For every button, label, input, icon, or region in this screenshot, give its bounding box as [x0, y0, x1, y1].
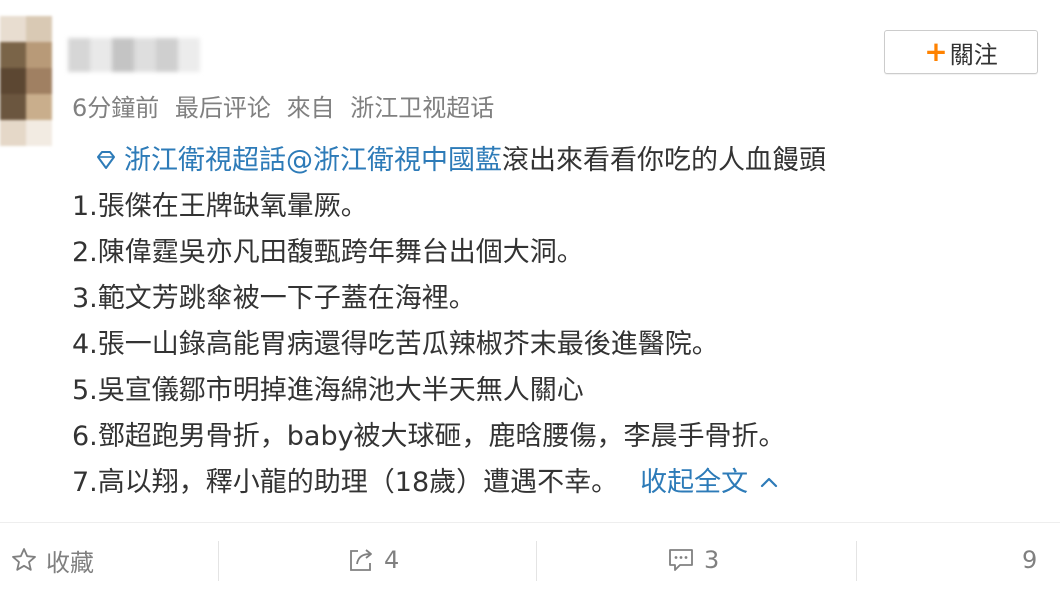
post-source-link[interactable]: 浙江卫视超话 — [350, 94, 494, 122]
list-item: 2.陳偉霆吳亦凡田馥甄跨年舞台出個大洞。 — [72, 237, 584, 268]
favorite-button[interactable]: 收藏 — [10, 523, 94, 596]
comment-count: 3 — [704, 546, 720, 574]
list-item: 3.範文芳跳傘被一下子蓋在海裡。 — [72, 283, 476, 314]
comment-button[interactable]: 3 — [666, 523, 719, 596]
post-time[interactable]: 6分鐘前 — [72, 94, 159, 122]
username-blurred[interactable] — [68, 38, 200, 72]
list-item: 5.吳宣儀鄒市明掉進海綿池大半天無人關心 — [72, 375, 584, 406]
repost-count: 4 — [384, 546, 400, 574]
like-button[interactable]: 9 — [1022, 523, 1037, 596]
list-item: 4.張一山錄高能胃病還得吃苦瓜辣椒芥末最後進醫院。 — [72, 329, 719, 360]
avatar[interactable] — [0, 16, 52, 148]
plus-icon: + — [924, 35, 948, 68]
action-bar: 收藏 4 3 9 — [0, 522, 1060, 596]
topic-line: 浙江衛視超話@浙江衛視中國藍滾出來看看你吃的人血饅頭 — [72, 138, 972, 184]
divider — [856, 541, 857, 581]
comment-note: 最后评论 — [174, 94, 271, 122]
comment-icon — [669, 549, 693, 571]
repost-icon — [350, 549, 372, 571]
follow-button[interactable]: + 關注 — [884, 30, 1038, 74]
divider — [218, 541, 219, 581]
chevron-up-icon — [761, 477, 778, 488]
divider — [536, 541, 537, 581]
list-item: 6.鄧超跑男骨折，baby被大球砸，鹿晗腰傷，李晨手骨折。 — [72, 421, 786, 452]
collapse-label: 收起全文 — [640, 467, 749, 498]
post-meta: 6分鐘前 最后评论 來自 浙江卫视超话 — [72, 88, 502, 123]
star-icon — [12, 548, 36, 571]
collapse-full-text-link[interactable]: 收起全文 — [640, 467, 780, 498]
list-item-last: 7.高以翔，釋小龍的助理（18歲）遭遇不幸。 收起全文 — [72, 460, 972, 506]
repost-button[interactable]: 4 — [346, 523, 399, 596]
favorite-label: 收藏 — [46, 548, 94, 577]
post-content: 浙江衛視超話@浙江衛視中國藍滾出來看看你吃的人血饅頭 1.張傑在王牌缺氧暈厥。 … — [72, 138, 972, 506]
from-label: 來自 — [286, 94, 335, 122]
list-item: 7.高以翔，釋小龍的助理（18歲）遭遇不幸。 — [72, 467, 619, 498]
like-count: 9 — [1022, 546, 1038, 574]
diamond-topic-icon — [97, 151, 115, 169]
list-item: 1.張傑在王牌缺氧暈厥。 — [72, 191, 368, 222]
post-intro: 滾出來看看你吃的人血饅頭 — [502, 145, 826, 176]
mention-link[interactable]: @浙江衛視中國藍 — [286, 145, 502, 176]
weibo-post-card: + 關注 6分鐘前 最后评论 來自 浙江卫视超话 浙江衛視超話@浙江衛視中國藍滾… — [0, 0, 1060, 596]
topic-link[interactable]: 浙江衛視超話 — [124, 145, 286, 176]
follow-label: 關注 — [949, 40, 998, 69]
